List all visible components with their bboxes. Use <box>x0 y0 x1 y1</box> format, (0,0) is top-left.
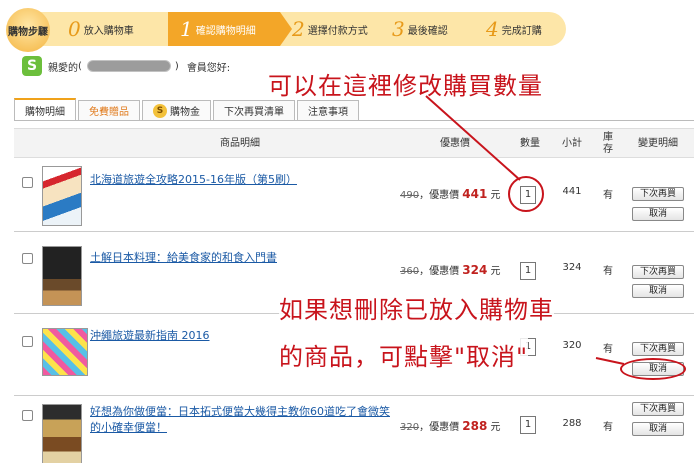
buy-later-button[interactable]: 下次再買 <box>632 187 684 201</box>
greeting-open-paren: ( <box>78 60 82 72</box>
price-separator: ，優惠價 <box>419 190 460 201</box>
step-number: 3 <box>392 17 405 41</box>
quantity-input[interactable]: 1 <box>520 416 536 434</box>
step-number: 4 <box>486 17 499 41</box>
row-checkbox[interactable] <box>22 410 33 421</box>
table-row: 北海道旅遊全攻略2015-16年版（第5刷） 490，優惠價 441 元 1 4… <box>14 158 694 232</box>
header-price: 優惠價 <box>440 138 470 149</box>
price-cell: 490，優惠價 441 元 <box>400 186 510 201</box>
price-separator: ，優惠價 <box>419 266 460 277</box>
tab-buy-later-list[interactable]: 下次再買清單 <box>213 100 295 120</box>
cart-tabs: 購物明細 免費贈品 S 購物金 下次再買清單 注意事項 <box>14 98 361 120</box>
step-bar-title: 購物步驟 <box>6 8 50 52</box>
table-row: 好想為你做便當：日本拓式便當大幾得主教你60道吃了會微笑的小確幸便當！ 320，… <box>14 396 694 463</box>
row-checkbox[interactable] <box>22 253 33 264</box>
cancel-button[interactable]: 取消 <box>632 422 684 436</box>
cancel-button[interactable]: 取消 <box>632 284 684 298</box>
tab-cart-details[interactable]: 購物明細 <box>14 98 76 120</box>
subtotal: 288 <box>562 418 582 429</box>
member-greeting: S 親愛的 ( ) 會員您好: <box>22 56 230 76</box>
currency: 元 <box>490 266 501 277</box>
checkout-step-bar: 0 放入購物車 1 確認購物明細 2 選擇付款方式 3 最後確認 4 完成訂購 … <box>0 0 700 52</box>
annotation-delete-note-1: 如果想刪除已放入購物車 <box>279 290 554 325</box>
step-number: 2 <box>292 17 305 41</box>
original-price: 360 <box>400 266 420 277</box>
book-cover <box>42 166 82 226</box>
step-number: 0 <box>68 17 81 41</box>
header-stock: 庫存 <box>603 132 613 155</box>
step-confirm-details: 1 確認購物明細 <box>168 12 292 46</box>
greeting-close-paren: ) <box>174 60 179 72</box>
subtotal: 324 <box>562 262 582 273</box>
discount-price: 324 <box>462 263 488 277</box>
greeting-suffix: 會員您好: <box>186 62 231 74</box>
book-cover <box>42 246 82 306</box>
step-payment-method: 2 選擇付款方式 <box>280 12 380 46</box>
header-subtotal: 小計 <box>562 138 582 149</box>
book-title-link[interactable]: 北海道旅遊全攻略2015-16年版（第5刷） <box>90 172 390 188</box>
tabs-divider <box>14 120 694 121</box>
row-checkbox[interactable] <box>22 336 33 347</box>
price-cell: 320，優惠價 288 元 <box>400 418 510 433</box>
step-label: 放入購物車 <box>83 25 134 37</box>
book-title-link[interactable]: 好想為你做便當：日本拓式便當大幾得主教你60道吃了會微笑的小確幸便當！ <box>90 404 390 436</box>
annotation-qty-note: 可以在這裡修改購買數量 <box>268 72 543 100</box>
quantity-input[interactable]: 1 <box>520 262 536 280</box>
greeting-prefix: 親愛的 <box>48 62 78 74</box>
buy-later-button[interactable]: 下次再買 <box>632 265 684 279</box>
tab-shopping-credit[interactable]: S 購物金 <box>142 100 211 120</box>
subtotal: 320 <box>562 340 582 351</box>
price-separator: ，優惠價 <box>419 422 460 433</box>
subtotal: 441 <box>562 186 582 197</box>
header-change: 變更明細 <box>638 138 678 149</box>
book-cover <box>42 404 82 463</box>
tab-label: 購物金 <box>170 107 200 118</box>
coin-icon: S <box>153 103 167 118</box>
book-title-link[interactable]: 土解日本料理：給美食家的和食入門書 <box>90 250 390 266</box>
stock-status: 有 <box>603 190 613 201</box>
tab-free-gifts[interactable]: 免費贈品 <box>78 100 140 120</box>
price-cell: 360，優惠價 324 元 <box>400 262 510 277</box>
cancel-callout-oval <box>620 358 686 380</box>
book-cover <box>42 328 88 376</box>
original-price: 490 <box>400 190 420 201</box>
discount-price: 288 <box>462 419 488 433</box>
header-item: 商品明細 <box>220 138 260 149</box>
stock-status: 有 <box>603 266 613 277</box>
step-final-confirm: 3 最後確認 <box>380 12 474 46</box>
qty-callout-circle <box>508 176 544 212</box>
row-checkbox[interactable] <box>22 177 33 188</box>
redacted-member-name <box>86 60 171 72</box>
stock-status: 有 <box>603 422 613 433</box>
stock-status: 有 <box>603 344 613 355</box>
step-label: 完成訂購 <box>501 25 542 37</box>
buy-later-button[interactable]: 下次再買 <box>632 402 684 416</box>
header-qty: 數量 <box>520 138 540 149</box>
step-number: 1 <box>180 17 193 41</box>
currency: 元 <box>490 422 501 433</box>
step-add-to-cart: 0 放入購物車 <box>56 12 180 46</box>
cart-table-header: 商品明細 優惠價 數量 小計 庫存 變更明細 <box>14 128 694 158</box>
buy-later-button[interactable]: 下次再買 <box>632 342 684 356</box>
discount-price: 441 <box>462 187 488 201</box>
step-label: 最後確認 <box>407 25 448 37</box>
cancel-button[interactable]: 取消 <box>632 207 684 221</box>
original-price: 320 <box>400 422 420 433</box>
member-badge-icon: S <box>22 56 42 76</box>
step-complete-order: 4 完成訂購 <box>474 12 566 46</box>
tab-notes[interactable]: 注意事項 <box>297 100 359 120</box>
currency: 元 <box>490 190 501 201</box>
step-label: 確認購物明細 <box>195 25 256 37</box>
step-label: 選擇付款方式 <box>307 25 368 37</box>
annotation-delete-note-2: 的商品，可點擊"取消" <box>279 337 529 372</box>
